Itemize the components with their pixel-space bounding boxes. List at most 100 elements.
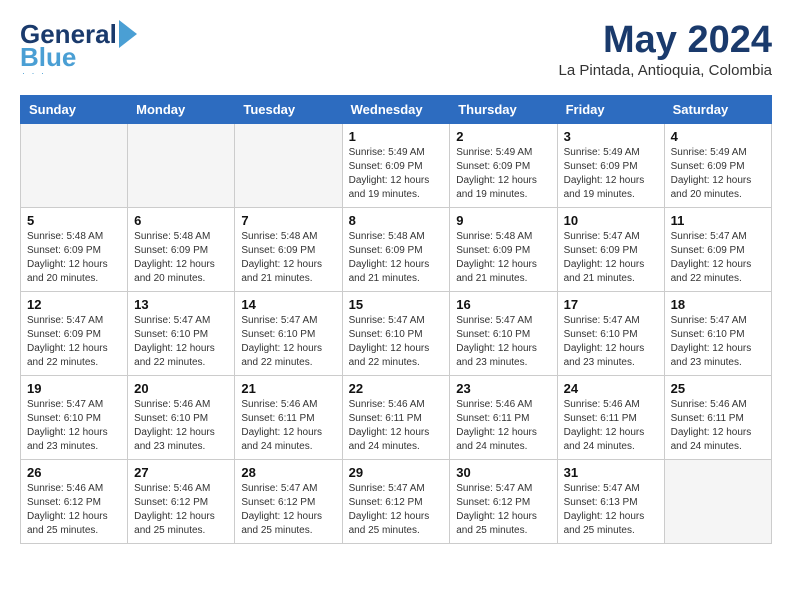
- calendar-cell: 28Sunrise: 5:47 AM Sunset: 6:12 PM Dayli…: [235, 459, 342, 543]
- day-number: 21: [241, 381, 335, 396]
- day-info: Sunrise: 5:46 AM Sunset: 6:12 PM Dayligh…: [134, 482, 228, 538]
- day-info: Sunrise: 5:46 AM Sunset: 6:11 PM Dayligh…: [349, 398, 444, 454]
- calendar: SundayMondayTuesdayWednesdayThursdayFrid…: [20, 95, 772, 544]
- calendar-cell: 7 Sunrise: 5:48 AM Sunset: 6:09 PM Daylig…: [235, 207, 342, 291]
- calendar-cell: 25 Sunrise: 5:46 AM Sunset: 6:11 PM Dayli…: [664, 375, 771, 459]
- day-info: Sunrise: 5:48 AM Sunset: 6:09 PM Dayligh…: [134, 230, 228, 286]
- day-number: 24: [564, 381, 658, 396]
- day-header-thursday: Thursday: [450, 95, 557, 123]
- day-number: 13: [134, 297, 228, 312]
- calendar-cell: 23Sunrise: 5:46 AM Sunset: 6:11 PM Dayli…: [450, 375, 557, 459]
- day-number: 28: [241, 465, 335, 480]
- calendar-cell: 8 Sunrise: 5:48 AM Sunset: 6:09 PM Daylig…: [342, 207, 450, 291]
- calendar-cell: 9 Sunrise: 5:48 AM Sunset: 6:09 PM Daylig…: [450, 207, 557, 291]
- day-number: 15: [349, 297, 444, 312]
- calendar-cell: 26 Sunrise: 5:46 AM Sunset: 6:12 PM Dayli…: [21, 459, 128, 543]
- title-area: May 2024 La Pintada, Antioquia, Colombia: [559, 20, 772, 79]
- day-info: Sunrise: 5:47 AM Sunset: 6:10 PM Dayligh…: [564, 314, 658, 370]
- day-number: 1: [349, 129, 444, 144]
- calendar-cell: 22 Sunrise: 5:46 AM Sunset: 6:11 PM Dayli…: [342, 375, 450, 459]
- calendar-cell: 21Sunrise: 5:46 AM Sunset: 6:11 PM Dayli…: [235, 375, 342, 459]
- month-title: May 2024: [559, 20, 772, 62]
- calendar-week-2: 5 Sunrise: 5:48 AM Sunset: 6:09 PM Daylig…: [21, 207, 772, 291]
- calendar-cell: 4Sunrise: 5:49 AM Sunset: 6:09 PM Daylig…: [664, 123, 771, 207]
- day-header-tuesday: Tuesday: [235, 95, 342, 123]
- day-number: 11: [671, 213, 765, 228]
- day-number: 14: [241, 297, 335, 312]
- day-info: Sunrise: 5:46 AM Sunset: 6:10 PM Dayligh…: [134, 398, 228, 454]
- day-info: Sunrise: 5:47 AM Sunset: 6:10 PM Dayligh…: [241, 314, 335, 370]
- day-header-sunday: Sunday: [21, 95, 128, 123]
- calendar-cell: 20Sunrise: 5:46 AM Sunset: 6:10 PM Dayli…: [128, 375, 235, 459]
- day-info: Sunrise: 5:46 AM Sunset: 6:11 PM Dayligh…: [456, 398, 550, 454]
- calendar-cell: 17Sunrise: 5:47 AM Sunset: 6:10 PM Dayli…: [557, 291, 664, 375]
- day-number: 2: [456, 129, 550, 144]
- day-info: Sunrise: 5:49 AM Sunset: 6:09 PM Dayligh…: [671, 146, 765, 202]
- day-number: 30: [456, 465, 550, 480]
- calendar-body: 1 Sunrise: 5:49 AM Sunset: 6:09 PM Daylig…: [21, 123, 772, 543]
- day-number: 9: [456, 213, 550, 228]
- day-number: 16: [456, 297, 550, 312]
- day-info: Sunrise: 5:48 AM Sunset: 6:09 PM Dayligh…: [456, 230, 550, 286]
- calendar-cell: [664, 459, 771, 543]
- logo-blue: Blue: [20, 44, 76, 70]
- day-info: Sunrise: 5:48 AM Sunset: 6:09 PM Dayligh…: [349, 230, 444, 286]
- day-number: 19: [27, 381, 121, 396]
- day-info: Sunrise: 5:49 AM Sunset: 6:09 PM Dayligh…: [564, 146, 658, 202]
- calendar-cell: 30 Sunrise: 5:47 AM Sunset: 6:12 PM Dayli…: [450, 459, 557, 543]
- day-info: Sunrise: 5:47 AM Sunset: 6:12 PM Dayligh…: [349, 482, 444, 538]
- calendar-cell: 19 Sunrise: 5:47 AM Sunset: 6:10 PM Dayli…: [21, 375, 128, 459]
- day-info: Sunrise: 5:47 AM Sunset: 6:12 PM Dayligh…: [456, 482, 550, 538]
- day-number: 26: [27, 465, 121, 480]
- calendar-cell: 2 Sunrise: 5:49 AM Sunset: 6:09 PM Daylig…: [450, 123, 557, 207]
- day-info: Sunrise: 5:47 AM Sunset: 6:09 PM Dayligh…: [27, 314, 121, 370]
- day-info: Sunrise: 5:47 AM Sunset: 6:09 PM Dayligh…: [671, 230, 765, 286]
- calendar-cell: 11 Sunrise: 5:47 AM Sunset: 6:09 PM Dayli…: [664, 207, 771, 291]
- calendar-cell: 31 Sunrise: 5:47 AM Sunset: 6:13 PM Dayli…: [557, 459, 664, 543]
- day-info: Sunrise: 5:47 AM Sunset: 6:09 PM Dayligh…: [564, 230, 658, 286]
- day-number: 27: [134, 465, 228, 480]
- day-number: 18: [671, 297, 765, 312]
- day-number: 25: [671, 381, 765, 396]
- day-info: Sunrise: 5:46 AM Sunset: 6:12 PM Dayligh…: [27, 482, 121, 538]
- calendar-cell: 13 Sunrise: 5:47 AM Sunset: 6:10 PM Dayli…: [128, 291, 235, 375]
- day-number: 6: [134, 213, 228, 228]
- calendar-week-5: 26 Sunrise: 5:46 AM Sunset: 6:12 PM Dayli…: [21, 459, 772, 543]
- calendar-cell: 10 Sunrise: 5:47 AM Sunset: 6:09 PM Dayli…: [557, 207, 664, 291]
- day-info: Sunrise: 5:47 AM Sunset: 6:10 PM Dayligh…: [671, 314, 765, 370]
- day-number: 8: [349, 213, 444, 228]
- calendar-cell: [235, 123, 342, 207]
- day-number: 5: [27, 213, 121, 228]
- calendar-week-3: 12Sunrise: 5:47 AM Sunset: 6:09 PM Dayli…: [21, 291, 772, 375]
- location: La Pintada, Antioquia, Colombia: [559, 62, 772, 79]
- day-info: Sunrise: 5:47 AM Sunset: 6:10 PM Dayligh…: [134, 314, 228, 370]
- calendar-week-1: 1 Sunrise: 5:49 AM Sunset: 6:09 PM Daylig…: [21, 123, 772, 207]
- calendar-cell: 12Sunrise: 5:47 AM Sunset: 6:09 PM Dayli…: [21, 291, 128, 375]
- calendar-cell: 6 Sunrise: 5:48 AM Sunset: 6:09 PM Daylig…: [128, 207, 235, 291]
- day-info: Sunrise: 5:49 AM Sunset: 6:09 PM Dayligh…: [456, 146, 550, 202]
- day-info: Sunrise: 5:48 AM Sunset: 6:09 PM Dayligh…: [241, 230, 335, 286]
- calendar-cell: 27 Sunrise: 5:46 AM Sunset: 6:12 PM Dayli…: [128, 459, 235, 543]
- calendar-cell: 3 Sunrise: 5:49 AM Sunset: 6:09 PM Daylig…: [557, 123, 664, 207]
- day-number: 22: [349, 381, 444, 396]
- calendar-cell: [128, 123, 235, 207]
- day-header-monday: Monday: [128, 95, 235, 123]
- calendar-cell: [21, 123, 128, 207]
- day-info: Sunrise: 5:47 AM Sunset: 6:10 PM Dayligh…: [27, 398, 121, 454]
- header: General Blue · · · May 2024 La Pintada, …: [20, 20, 772, 79]
- day-number: 31: [564, 465, 658, 480]
- day-number: 10: [564, 213, 658, 228]
- calendar-cell: 14 Sunrise: 5:47 AM Sunset: 6:10 PM Dayli…: [235, 291, 342, 375]
- calendar-cell: 15Sunrise: 5:47 AM Sunset: 6:10 PM Dayli…: [342, 291, 450, 375]
- day-number: 7: [241, 213, 335, 228]
- day-number: 3: [564, 129, 658, 144]
- calendar-cell: 5Sunrise: 5:48 AM Sunset: 6:09 PM Daylig…: [21, 207, 128, 291]
- day-header-saturday: Saturday: [664, 95, 771, 123]
- day-info: Sunrise: 5:47 AM Sunset: 6:13 PM Dayligh…: [564, 482, 658, 538]
- calendar-week-4: 19 Sunrise: 5:47 AM Sunset: 6:10 PM Dayli…: [21, 375, 772, 459]
- day-info: Sunrise: 5:46 AM Sunset: 6:11 PM Dayligh…: [671, 398, 765, 454]
- logo: General Blue · · ·: [20, 20, 137, 78]
- logo-tagline: · · ·: [22, 68, 137, 78]
- day-info: Sunrise: 5:46 AM Sunset: 6:11 PM Dayligh…: [564, 398, 658, 454]
- day-info: Sunrise: 5:47 AM Sunset: 6:10 PM Dayligh…: [456, 314, 550, 370]
